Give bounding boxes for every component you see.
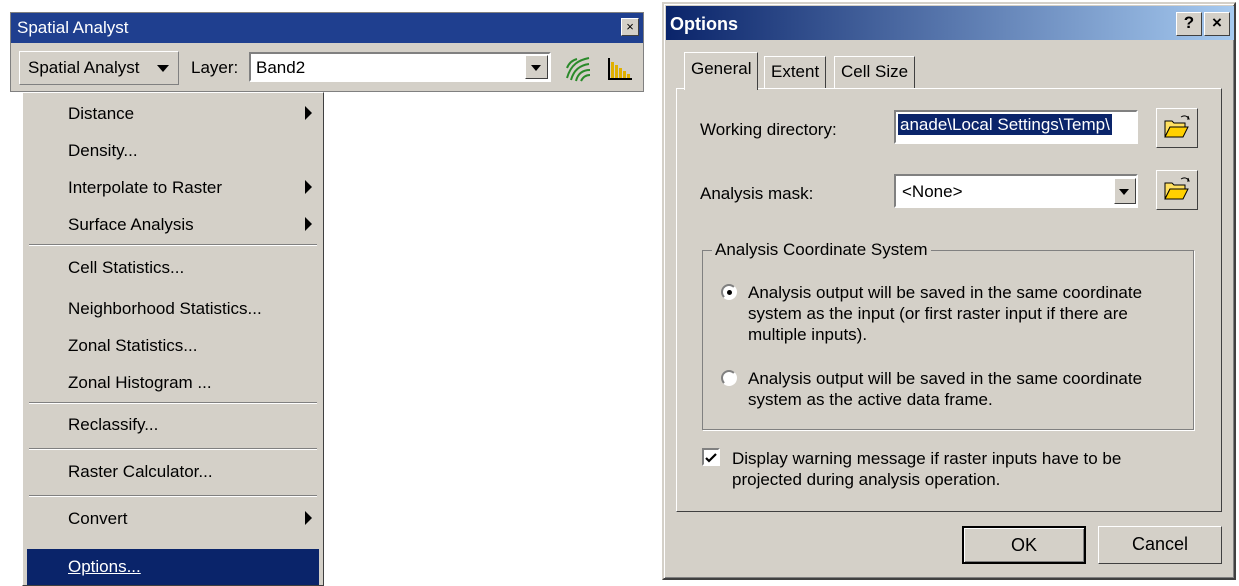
help-button[interactable]: ? (1176, 12, 1202, 36)
submenu-arrow-icon (305, 180, 312, 194)
checkmark-icon (705, 453, 717, 463)
spatial-analyst-toolbar: Spatial Analyst × Spatial Analyst Layer:… (10, 12, 644, 92)
chevron-down-icon (531, 65, 541, 71)
menu-item-reclassify[interactable]: Reclassify... (68, 415, 158, 435)
menu-item-zonal-statistics[interactable]: Zonal Statistics... (68, 336, 197, 356)
menu-item-convert[interactable]: Convert (68, 509, 128, 529)
menu-separator (29, 495, 317, 497)
toolbar-close-button[interactable]: × (621, 18, 639, 36)
radio-same-as-data-frame-label[interactable]: Analysis output will be saved in the sam… (748, 368, 1142, 410)
tab-cell-size[interactable]: Cell Size (834, 56, 916, 88)
histogram-icon[interactable] (605, 54, 635, 84)
folder-open-icon (1164, 115, 1190, 138)
menu-separator (29, 402, 317, 404)
radio-same-as-input[interactable] (721, 284, 737, 300)
menu-item-interpolate[interactable]: Interpolate to Raster (68, 178, 222, 198)
toolbar-title-bar[interactable]: Spatial Analyst × (11, 13, 643, 43)
caret-down-icon (157, 65, 169, 72)
coordinate-system-group-title: Analysis Coordinate System (712, 240, 931, 260)
folder-open-icon (1164, 177, 1190, 200)
menu-item-neighborhood-statistics[interactable]: Neighborhood Statistics... (68, 299, 262, 319)
dialog-title: Options (670, 14, 738, 34)
layer-label: Layer: (191, 58, 239, 77)
analysis-mask-select[interactable]: <None> (894, 174, 1138, 208)
menu-item-options[interactable]: Options... (68, 557, 141, 577)
spatial-analyst-menu-button[interactable]: Spatial Analyst (19, 51, 179, 85)
working-directory-label: Working directory: (700, 120, 837, 139)
toolbar-title: Spatial Analyst (17, 18, 129, 37)
browse-working-directory-button[interactable] (1156, 108, 1198, 148)
ok-button[interactable]: OK (962, 526, 1086, 564)
radio-same-as-input-label[interactable]: Analysis output will be saved in the sam… (748, 282, 1142, 345)
contour-icon[interactable] (563, 54, 593, 84)
browse-analysis-mask-button[interactable] (1156, 170, 1198, 210)
menu-item-raster-calculator[interactable]: Raster Calculator... (68, 462, 213, 482)
menu-item-zonal-histogram[interactable]: Zonal Histogram ... (68, 373, 212, 393)
menu-separator (29, 448, 317, 450)
analysis-mask-label: Analysis mask: (700, 184, 814, 203)
submenu-arrow-icon (305, 106, 312, 120)
warning-checkbox[interactable] (702, 448, 720, 466)
working-directory-input[interactable]: anade\Local Settings\Temp\ (894, 110, 1138, 144)
layer-value: Band2 (256, 58, 306, 77)
menu-separator (29, 244, 317, 246)
tab-extent[interactable]: Extent (764, 56, 827, 88)
dialog-title-bar[interactable]: Options ? × (666, 6, 1234, 40)
layer-select[interactable]: Band2 (249, 52, 551, 82)
menu-item-surface-analysis[interactable]: Surface Analysis (68, 215, 194, 235)
submenu-arrow-icon (305, 217, 312, 231)
menu-button-label: Spatial Analyst (28, 58, 140, 77)
warning-checkbox-label[interactable]: Display warning message if raster inputs… (732, 448, 1121, 490)
tab-general[interactable]: General (684, 52, 759, 90)
dialog-close-button[interactable]: × (1204, 12, 1230, 36)
cancel-button[interactable]: Cancel (1098, 526, 1222, 564)
submenu-arrow-icon (305, 511, 312, 525)
radio-selected-dot (727, 290, 732, 295)
menu-item-density[interactable]: Density... (68, 141, 138, 161)
spatial-analyst-menu: Distance Density... Interpolate to Raste… (22, 92, 324, 586)
options-dialog: Options ? × General Extent Cell Size Wor… (662, 2, 1236, 580)
chevron-down-icon (1119, 189, 1129, 195)
menu-item-distance[interactable]: Distance (68, 104, 134, 124)
radio-same-as-data-frame[interactable] (721, 370, 737, 386)
menu-item-cell-statistics[interactable]: Cell Statistics... (68, 258, 184, 278)
